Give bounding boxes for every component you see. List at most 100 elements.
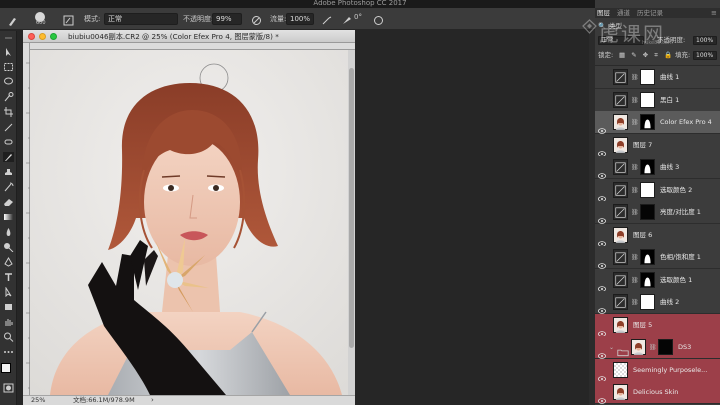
layer-mask-thumbnail[interactable] <box>640 114 655 130</box>
vertical-ruler[interactable] <box>23 43 30 395</box>
mask-link-icon[interactable]: ⛓ <box>631 164 639 171</box>
layer-name[interactable]: 图层 6 <box>633 231 652 240</box>
layer-row[interactable]: ⛓ 曲线 2 <box>595 291 720 314</box>
vertical-scrollbar-thumb[interactable] <box>349 68 354 348</box>
visibility-eye-icon[interactable] <box>598 254 606 269</box>
layer-row[interactable]: ⌄ ⛓ DS3 <box>595 336 720 359</box>
close-window-button[interactable] <box>28 33 35 40</box>
layer-row[interactable]: ⛓ 曲线 3 <box>595 156 720 179</box>
shape-tool-icon[interactable] <box>3 302 14 312</box>
layer-row[interactable]: ⛓ 选取颜色 1 <box>595 268 720 292</box>
pressure-size-icon[interactable] <box>372 12 385 25</box>
mask-link-icon[interactable]: ⛓ <box>631 97 639 104</box>
dodge-tool-icon[interactable] <box>3 242 14 252</box>
foreground-color-swatch[interactable] <box>1 363 11 373</box>
mask-link-icon[interactable]: ⛓ <box>631 277 639 284</box>
brush-tool-icon[interactable] <box>6 12 19 26</box>
layer-row[interactable]: Delicious Skin <box>595 381 720 404</box>
layer-mask-thumbnail[interactable] <box>640 69 655 85</box>
pressure-opacity-icon[interactable] <box>250 12 263 25</box>
layer-row[interactable]: ⛓ 亮度/对比度 1 <box>595 201 720 224</box>
layer-name[interactable]: 曲线 2 <box>660 298 679 307</box>
layer-row[interactable]: ⛓ Color Efex Pro 4 <box>595 111 720 134</box>
layer-row[interactable]: 图层 6 <box>595 223 720 247</box>
layer-name[interactable]: 色相/饱和度 1 <box>660 253 701 262</box>
brush-tool-icon-active[interactable] <box>3 152 14 162</box>
healing-brush-tool-icon[interactable] <box>3 137 14 147</box>
mask-link-icon[interactable]: ⛓ <box>631 74 639 81</box>
panel-collapse-icon[interactable] <box>3 33 14 39</box>
blur-tool-icon[interactable] <box>3 227 14 237</box>
path-selection-tool-icon[interactable] <box>3 287 14 297</box>
angle-field[interactable]: 0° <box>341 12 367 25</box>
crop-tool-icon[interactable] <box>3 107 14 117</box>
mask-link-icon[interactable]: ⛓ <box>631 254 639 261</box>
layer-mask-thumbnail[interactable] <box>640 91 655 108</box>
layer-name[interactable]: Seemingly Purposele... <box>633 366 707 375</box>
document-tab[interactable]: biubiu0046副本.CR2 @ 25% (Color Efex Pro 4… <box>23 30 355 43</box>
layer-name[interactable]: 图层 7 <box>633 141 652 150</box>
layer-name[interactable]: 亮度/对比度 1 <box>660 208 701 217</box>
more-tools-icon[interactable] <box>3 347 14 357</box>
vertical-scrollbar[interactable] <box>348 50 355 395</box>
layer-name[interactable]: 曲线 1 <box>660 73 679 82</box>
layer-name[interactable]: 曲线 3 <box>660 163 679 172</box>
layer-mask-thumbnail[interactable] <box>640 294 655 310</box>
layer-mask-thumbnail[interactable] <box>658 339 673 355</box>
layer-row[interactable]: ⛓ 曲线 1 <box>595 66 720 89</box>
visibility-eye-icon[interactable] <box>598 142 606 157</box>
group-expand-icon[interactable]: ⌄ <box>609 344 614 351</box>
visibility-eye-icon[interactable] <box>598 277 606 292</box>
quick-mask-icon[interactable] <box>3 383 14 393</box>
mask-link-icon[interactable]: ⛓ <box>649 344 657 351</box>
layer-row[interactable]: ⛓ 黑白 1 <box>595 88 720 112</box>
visibility-eye-icon[interactable] <box>598 119 606 134</box>
mask-link-icon[interactable]: ⛓ <box>631 119 639 126</box>
marquee-tool-icon[interactable] <box>3 62 14 72</box>
layer-row[interactable]: ⛓ 色相/饱和度 1 <box>595 246 720 269</box>
layer-mask-thumbnail[interactable] <box>640 271 655 288</box>
layer-name[interactable]: 选取颜色 1 <box>660 276 692 285</box>
lock-icons[interactable]: ▦ ✎ ✥ ⌗ 🔒 <box>619 51 674 60</box>
type-tool-icon[interactable] <box>3 272 14 282</box>
mask-link-icon[interactable]: ⛓ <box>631 299 639 306</box>
minimize-window-button[interactable] <box>39 33 46 40</box>
layer-name[interactable]: 黑白 1 <box>660 96 679 105</box>
brush-panel-icon[interactable] <box>62 12 75 26</box>
horizontal-ruler[interactable] <box>30 43 355 58</box>
gradient-tool-icon[interactable] <box>3 212 14 222</box>
airbrush-icon[interactable] <box>320 12 333 25</box>
mode-select[interactable]: 正常 <box>104 13 178 25</box>
visibility-eye-icon[interactable] <box>598 322 606 337</box>
canvas[interactable] <box>30 50 348 395</box>
visibility-eye-icon[interactable] <box>598 389 606 404</box>
visibility-eye-icon[interactable] <box>598 164 606 179</box>
lasso-tool-icon[interactable] <box>3 77 14 87</box>
zoom-window-button[interactable] <box>50 33 57 40</box>
opacity-field[interactable]: 99% <box>212 13 242 25</box>
fill-field[interactable]: 100% <box>693 51 717 60</box>
move-tool-icon[interactable] <box>3 47 14 57</box>
layer-mask-thumbnail[interactable] <box>640 249 655 265</box>
layer-row[interactable]: ⛓ 选取颜色 2 <box>595 178 720 202</box>
pen-tool-icon[interactable] <box>3 257 14 267</box>
layer-row[interactable]: 图层 7 <box>595 133 720 157</box>
visibility-eye-icon[interactable] <box>598 209 606 224</box>
layer-row[interactable]: Seemingly Purposele... <box>595 358 720 382</box>
status-menu-arrow-icon[interactable]: › <box>151 396 154 405</box>
zoom-level[interactable]: 25% <box>31 396 45 405</box>
layer-mask-thumbnail[interactable] <box>640 204 655 220</box>
visibility-eye-icon[interactable] <box>598 187 606 202</box>
layer-mask-thumbnail[interactable] <box>640 159 655 175</box>
flow-field[interactable]: 100% <box>286 13 314 25</box>
hand-tool-icon[interactable] <box>3 317 14 327</box>
layer-row[interactable]: 图层 5 <box>595 313 720 337</box>
layer-mask-thumbnail[interactable] <box>640 181 655 198</box>
visibility-eye-icon[interactable] <box>598 367 606 382</box>
zoom-tool-icon[interactable] <box>3 332 14 342</box>
clone-stamp-tool-icon[interactable] <box>3 167 14 177</box>
quick-select-tool-icon[interactable] <box>3 92 14 102</box>
layer-name[interactable]: 选取颜色 2 <box>660 186 692 195</box>
visibility-eye-icon[interactable] <box>598 299 606 314</box>
mask-link-icon[interactable]: ⛓ <box>631 187 639 194</box>
